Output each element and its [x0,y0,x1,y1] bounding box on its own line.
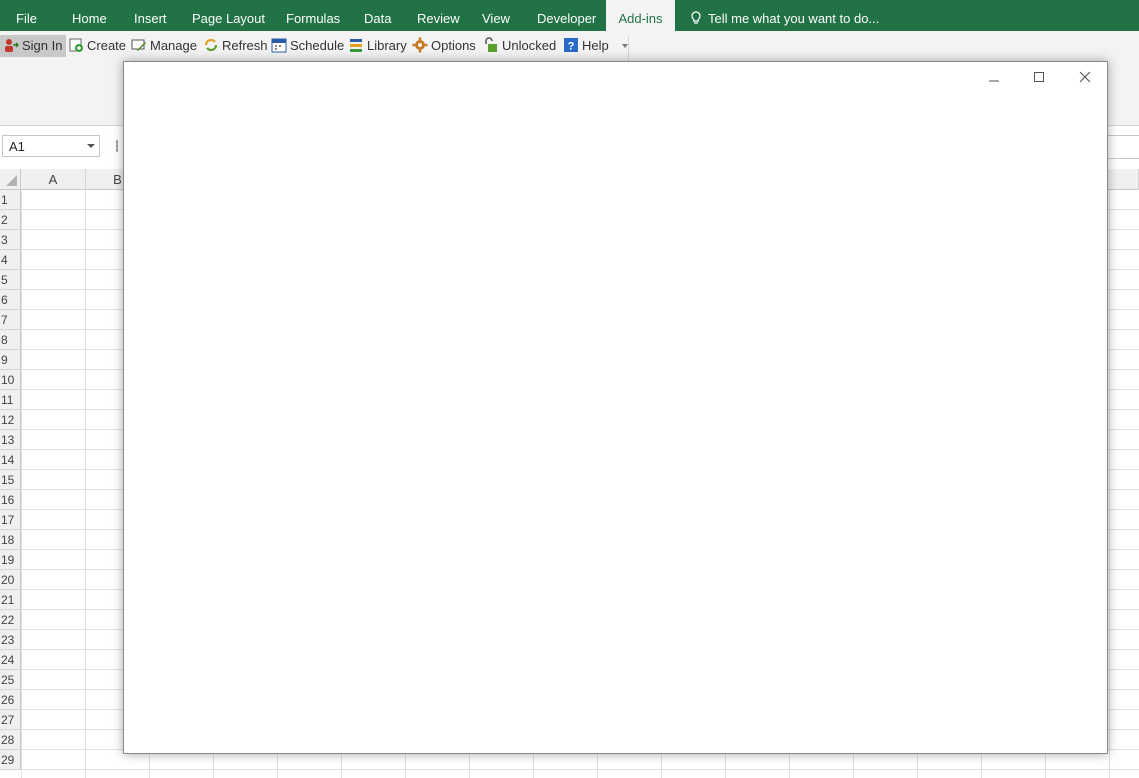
tab-home[interactable]: Home [72,0,107,31]
library-label: Library [367,38,407,53]
create-label: Create [87,38,127,53]
unlocked-button[interactable]: Unlocked [480,35,560,57]
tab-formulas[interactable]: Formulas [286,0,340,31]
gear-icon [412,37,428,53]
help-label: Help [582,38,609,53]
lightbulb-icon [691,11,701,24]
row-header[interactable]: 3 [0,230,21,250]
sign-in-button[interactable]: Sign In [0,35,67,57]
row-header[interactable]: 16 [0,490,21,510]
row-header[interactable]: 24 [0,650,21,670]
row-header[interactable]: 2 [0,210,21,230]
row-header[interactable]: 7 [0,310,21,330]
row-header[interactable]: 27 [0,710,21,730]
row-header[interactable]: 17 [0,510,21,530]
sign-in-label: Sign In [22,38,63,53]
tab-add-ins[interactable]: Add-ins [606,0,675,31]
manage-label: Manage [150,38,197,53]
name-box[interactable]: A1 [2,135,100,157]
row-header[interactable]: 28 [0,730,21,750]
tab-insert[interactable]: Insert [134,0,167,31]
ribbon-tab-bar: File Home Insert Page Layout Formulas Da… [0,0,1139,31]
manage-button[interactable]: Manage [128,35,201,57]
row-header[interactable]: 26 [0,690,21,710]
row-header[interactable]: 15 [0,470,21,490]
tab-developer[interactable]: Developer [537,0,596,31]
library-button[interactable]: Library [345,35,411,57]
row-header[interactable]: 11 [0,390,21,410]
tell-me-text: Tell me what you want to do... [708,11,880,26]
minimize-icon [989,80,999,82]
row-header[interactable]: 13 [0,430,21,450]
row-header[interactable]: 9 [0,350,21,370]
refresh-icon [204,38,218,52]
unlocked-label: Unlocked [502,38,557,53]
create-icon [69,38,83,52]
row-header[interactable]: 25 [0,670,21,690]
close-icon [1079,71,1091,83]
options-button[interactable]: Options [409,35,480,57]
column-header-a[interactable]: A [21,169,86,190]
row-header[interactable]: 12 [0,410,21,430]
refresh-label: Refresh [222,38,268,53]
row-header[interactable]: 21 [0,590,21,610]
schedule-button[interactable]: Schedule [268,35,348,57]
create-button[interactable]: Create [65,35,130,57]
row-header[interactable]: 5 [0,270,21,290]
unlocked-icon [485,37,497,52]
formula-bar-grip[interactable] [116,140,118,152]
row-header[interactable]: 29 [0,750,21,770]
manage-icon [131,39,146,51]
row-header[interactable]: 20 [0,570,21,590]
chevron-down-icon[interactable] [87,144,95,148]
row-header[interactable]: 22 [0,610,21,630]
tell-me-box[interactable]: Tell me what you want to do... [690,0,879,31]
help-button[interactable]: ? Help [560,35,632,57]
schedule-icon [271,38,287,53]
row-header[interactable]: 23 [0,630,21,650]
row-header[interactable]: 18 [0,530,21,550]
options-label: Options [431,38,476,53]
tab-page-layout[interactable]: Page Layout [192,0,265,31]
select-all-corner[interactable] [0,169,21,190]
tab-view[interactable]: View [482,0,510,31]
row-header[interactable]: 10 [0,370,21,390]
formula-input[interactable] [1108,135,1139,159]
row-header[interactable]: 6 [0,290,21,310]
tab-data[interactable]: Data [364,0,391,31]
library-icon [350,39,362,52]
name-box-value: A1 [9,139,25,154]
row-header[interactable]: 8 [0,330,21,350]
close-button[interactable] [1067,66,1103,88]
row-header[interactable]: 19 [0,550,21,570]
row-header[interactable]: 4 [0,250,21,270]
row-header[interactable]: 1 [0,190,21,210]
tab-file[interactable]: File [16,0,37,31]
maximize-icon [1034,72,1044,82]
refresh-button[interactable]: Refresh [200,35,272,57]
addin-dialog-window[interactable] [123,61,1108,754]
tab-review[interactable]: Review [417,0,460,31]
schedule-label: Schedule [290,38,345,53]
sign-in-icon [5,39,19,52]
help-icon: ? [564,38,578,53]
svg-text:?: ? [568,41,575,53]
minimize-button[interactable] [976,66,1012,88]
row-header[interactable]: 14 [0,450,21,470]
maximize-button[interactable] [1021,66,1057,88]
